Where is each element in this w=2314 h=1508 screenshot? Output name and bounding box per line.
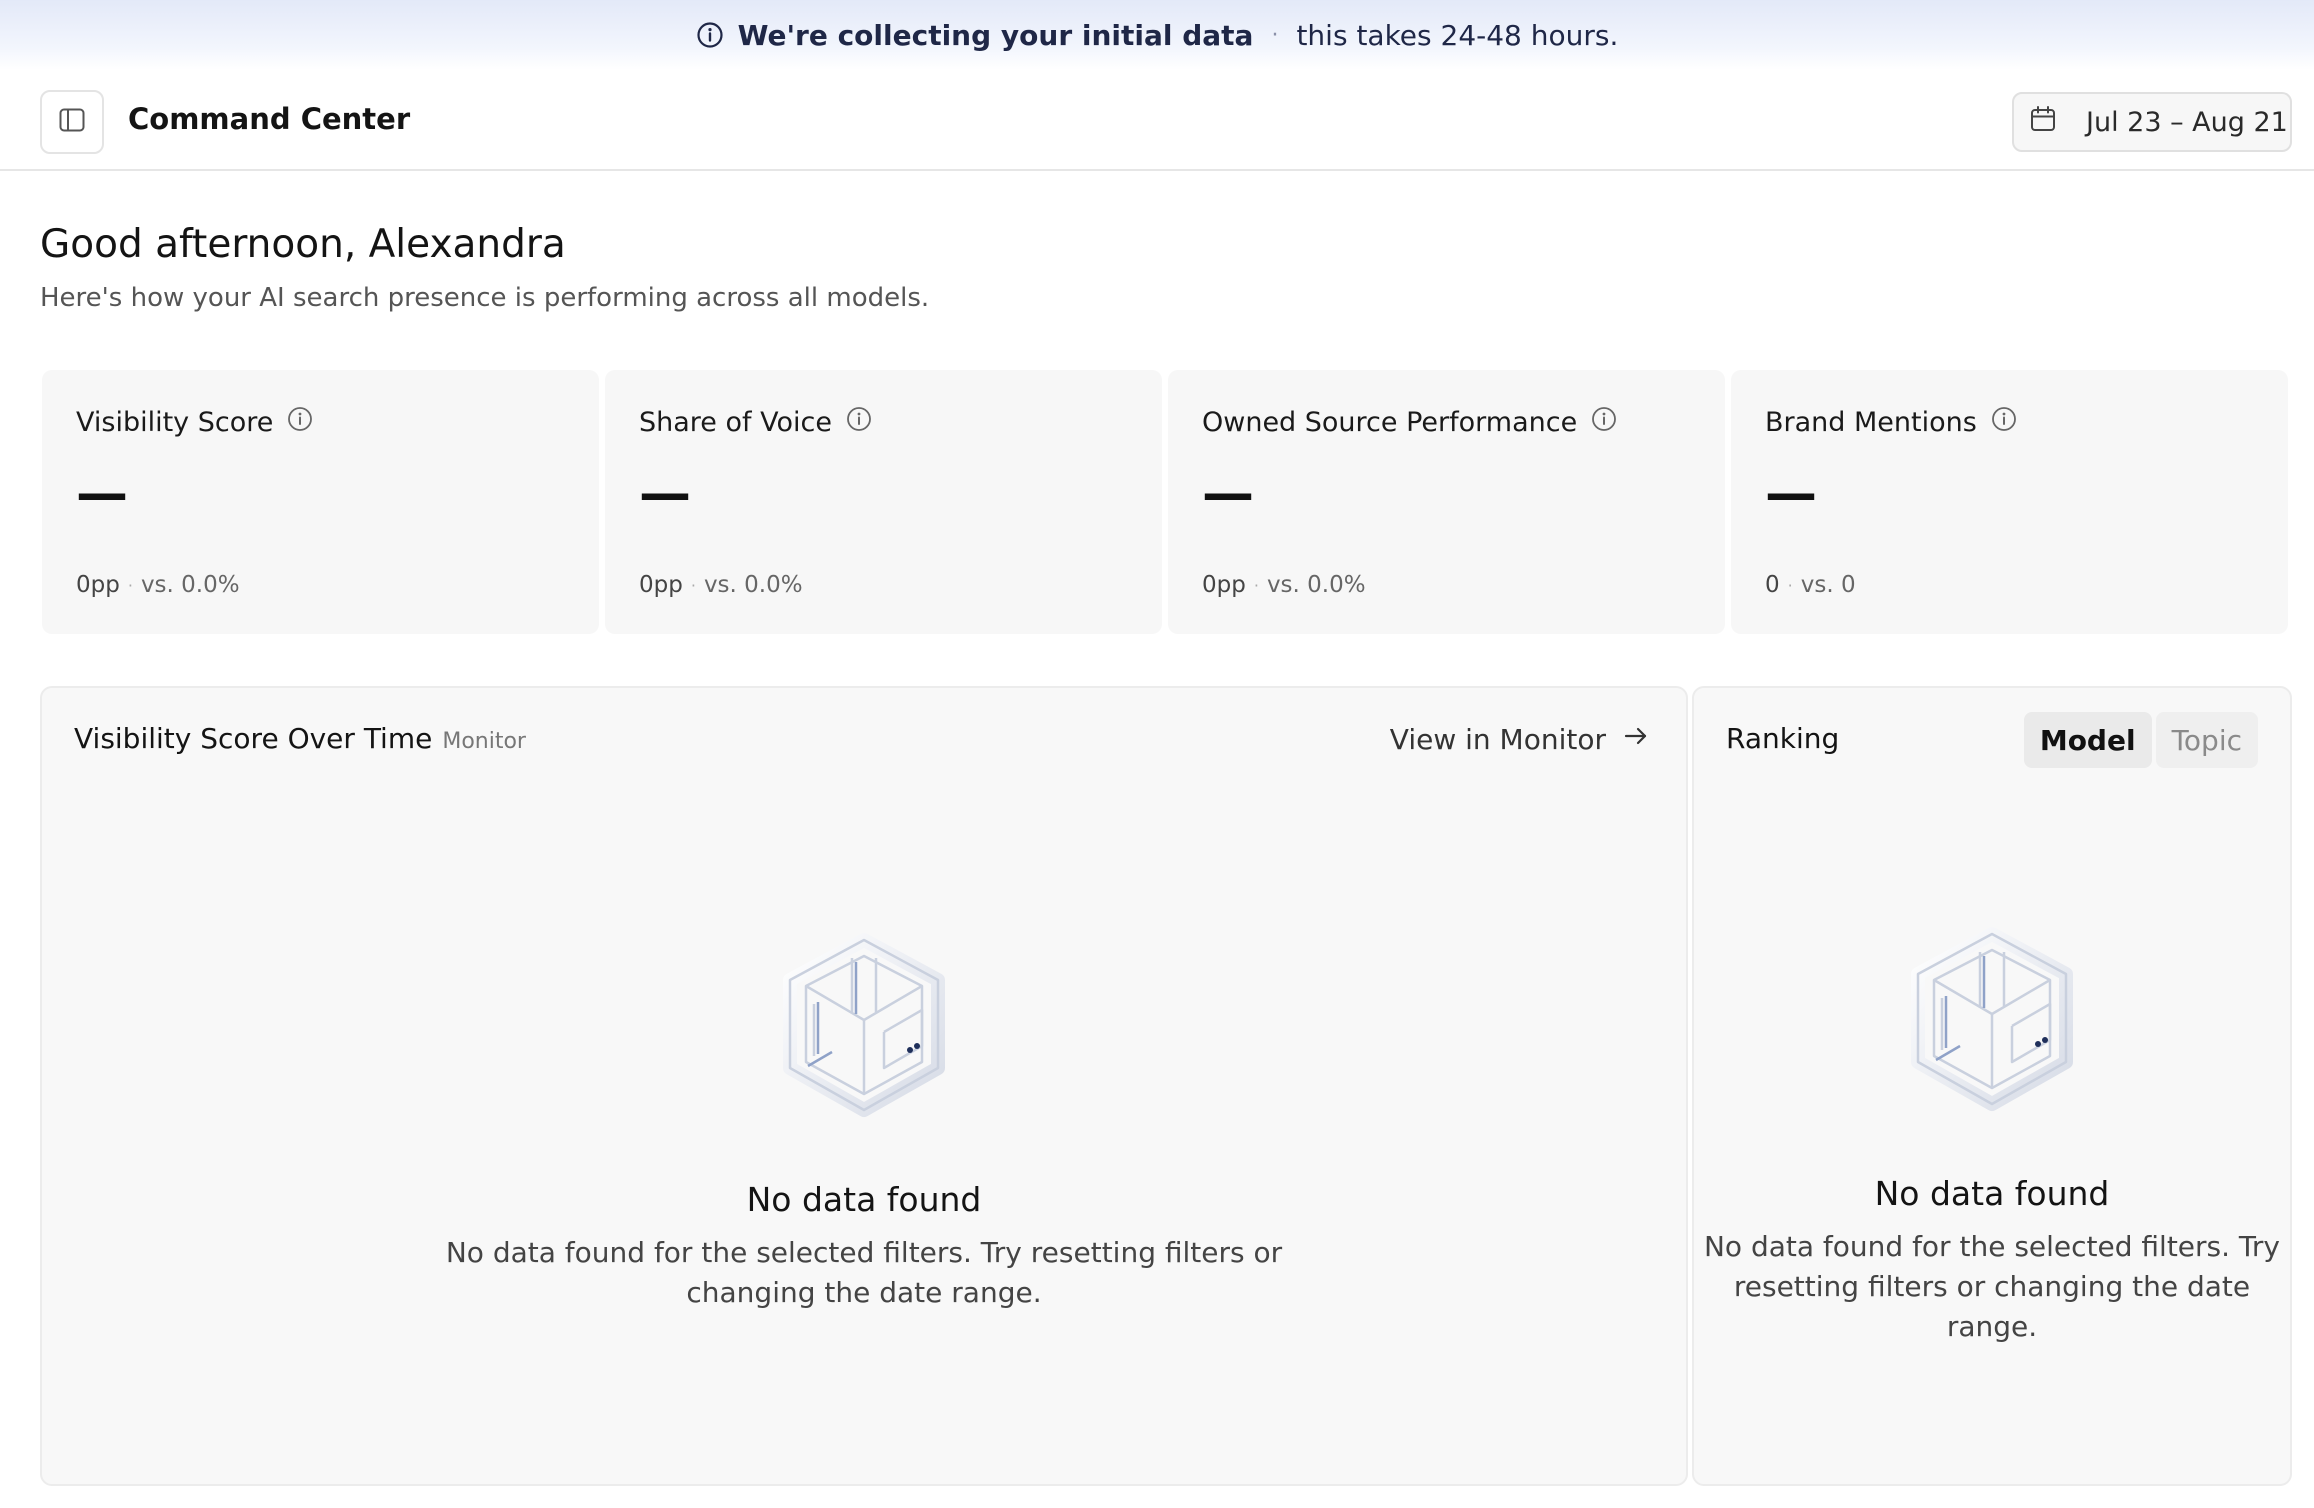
kpi-delta-separator: · bbox=[1787, 575, 1793, 595]
empty-state-title: No data found bbox=[1874, 1174, 2110, 1213]
page-title: Command Center bbox=[128, 102, 411, 136]
kpi-delta-separator: · bbox=[127, 575, 133, 595]
sidebar-toggle-icon bbox=[57, 105, 87, 139]
kpi-label: Share of Voice bbox=[639, 407, 832, 438]
empty-state-message: No data found for the selected filters. … bbox=[1704, 1227, 2280, 1347]
greeting-subtitle: Here's how your AI search presence is pe… bbox=[40, 283, 930, 313]
kpi-label: Owned Source Performance bbox=[1202, 407, 1578, 438]
data-collection-banner: We're collecting your initial data · thi… bbox=[0, 0, 2314, 70]
empty-state: No data found No data found for the sele… bbox=[42, 928, 1686, 1313]
kpi-delta-row: 0 · vs. 0 bbox=[1765, 572, 1856, 598]
sidebar-toggle-button[interactable] bbox=[40, 90, 104, 154]
calendar-icon bbox=[2028, 104, 2058, 141]
kpi-comparison: vs. 0.0% bbox=[140, 572, 240, 598]
banner-title: We're collecting your initial data bbox=[737, 18, 1254, 52]
info-icon[interactable] bbox=[1591, 406, 1617, 439]
info-icon bbox=[696, 21, 724, 49]
page-header: Command Center Jul 23 – Aug 21 bbox=[0, 70, 2314, 171]
empty-state-line: changing the date range. bbox=[686, 1276, 1042, 1309]
kpi-card-brand-mentions: Brand Mentions — 0 · vs. 0 bbox=[1731, 370, 2288, 634]
info-icon[interactable] bbox=[846, 406, 872, 439]
date-range-picker[interactable]: Jul 23 – Aug 21 bbox=[2012, 92, 2292, 152]
empty-state-message: No data found for the selected filters. … bbox=[446, 1233, 1282, 1313]
banner-separator: · bbox=[1271, 22, 1279, 48]
kpi-card-owned-source-performance: Owned Source Performance — 0pp · vs. 0.0… bbox=[1168, 370, 1725, 634]
info-icon[interactable] bbox=[1991, 406, 2017, 439]
kpi-delta-separator: · bbox=[690, 575, 696, 595]
kpi-comparison: vs. 0.0% bbox=[703, 572, 803, 598]
tab-model[interactable]: Model bbox=[2023, 712, 2152, 768]
kpi-delta-separator: · bbox=[1253, 575, 1259, 595]
panel-title: Ranking bbox=[1726, 722, 1840, 755]
date-range-label: Jul 23 – Aug 21 bbox=[2086, 106, 2288, 138]
kpi-row: Visibility Score — 0pp · vs. 0.0% Share … bbox=[42, 370, 2288, 634]
greeting-title: Good afternoon, Alexandra bbox=[40, 222, 566, 267]
kpi-value: — bbox=[639, 464, 691, 524]
kpi-value: — bbox=[1202, 464, 1254, 524]
kpi-delta-row: 0pp · vs. 0.0% bbox=[76, 572, 240, 598]
ranking-tab-switch: Model Topic bbox=[2023, 712, 2258, 768]
kpi-comparison: vs. 0.0% bbox=[1266, 572, 1366, 598]
panel-tag: Monitor bbox=[442, 729, 526, 754]
empty-state-title: No data found bbox=[746, 1180, 982, 1219]
wireframe-cube-icon bbox=[774, 928, 954, 1128]
kpi-delta-row: 0pp · vs. 0.0% bbox=[639, 572, 803, 598]
view-in-monitor-label: View in Monitor bbox=[1389, 723, 1606, 756]
kpi-comparison: vs. 0 bbox=[1800, 572, 1856, 598]
empty-state-line: resetting filters or changing the date bbox=[1733, 1270, 2251, 1303]
empty-state-line: range. bbox=[1946, 1310, 2038, 1343]
view-in-monitor-link[interactable]: View in Monitor bbox=[1390, 722, 1650, 757]
kpi-delta: 0pp bbox=[1202, 572, 1246, 598]
kpi-card-share-of-voice: Share of Voice — 0pp · vs. 0.0% bbox=[605, 370, 1162, 634]
info-icon[interactable] bbox=[287, 406, 313, 439]
empty-state-line: No data found for the selected filters. … bbox=[445, 1236, 1283, 1269]
kpi-delta-row: 0pp · vs. 0.0% bbox=[1202, 572, 1366, 598]
kpi-value: — bbox=[76, 464, 128, 524]
empty-state-line: No data found for the selected filters. … bbox=[1703, 1230, 2281, 1263]
banner-detail: this takes 24-48 hours. bbox=[1296, 18, 1619, 52]
arrow-right-icon bbox=[1622, 722, 1650, 757]
ranking-panel: Ranking Model Topic No data found No dat… bbox=[1692, 686, 2292, 1486]
kpi-label: Visibility Score bbox=[76, 407, 274, 438]
wireframe-cube-icon bbox=[1902, 922, 2082, 1122]
kpi-label: Brand Mentions bbox=[1765, 407, 1977, 438]
kpi-delta: 0pp bbox=[76, 572, 120, 598]
visibility-over-time-panel: Visibility Score Over Time Monitor View … bbox=[40, 686, 1688, 1486]
empty-state: No data found No data found for the sele… bbox=[1694, 922, 2290, 1347]
tab-topic[interactable]: Topic bbox=[2155, 712, 2258, 768]
kpi-delta: 0pp bbox=[639, 572, 683, 598]
kpi-delta: 0 bbox=[1765, 572, 1780, 598]
kpi-value: — bbox=[1765, 464, 1817, 524]
kpi-card-visibility-score: Visibility Score — 0pp · vs. 0.0% bbox=[42, 370, 599, 634]
panel-title: Visibility Score Over Time bbox=[74, 722, 433, 755]
